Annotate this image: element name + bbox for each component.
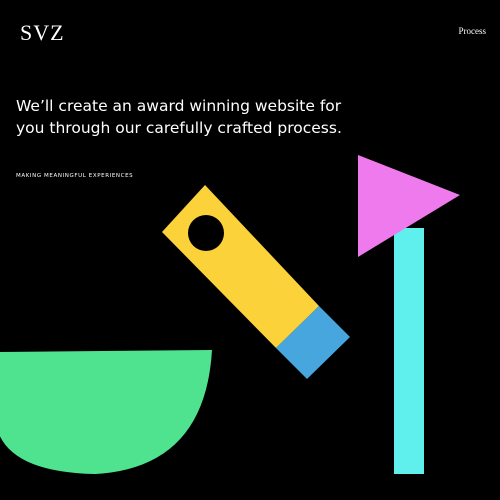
page: SVZ Process We’ll create an award winnin… xyxy=(0,0,500,500)
geometric-illustration xyxy=(0,155,460,474)
yellow-tag-shape xyxy=(162,185,319,348)
cyan-pole-shape xyxy=(394,228,424,474)
green-bowl-shape xyxy=(0,350,212,474)
